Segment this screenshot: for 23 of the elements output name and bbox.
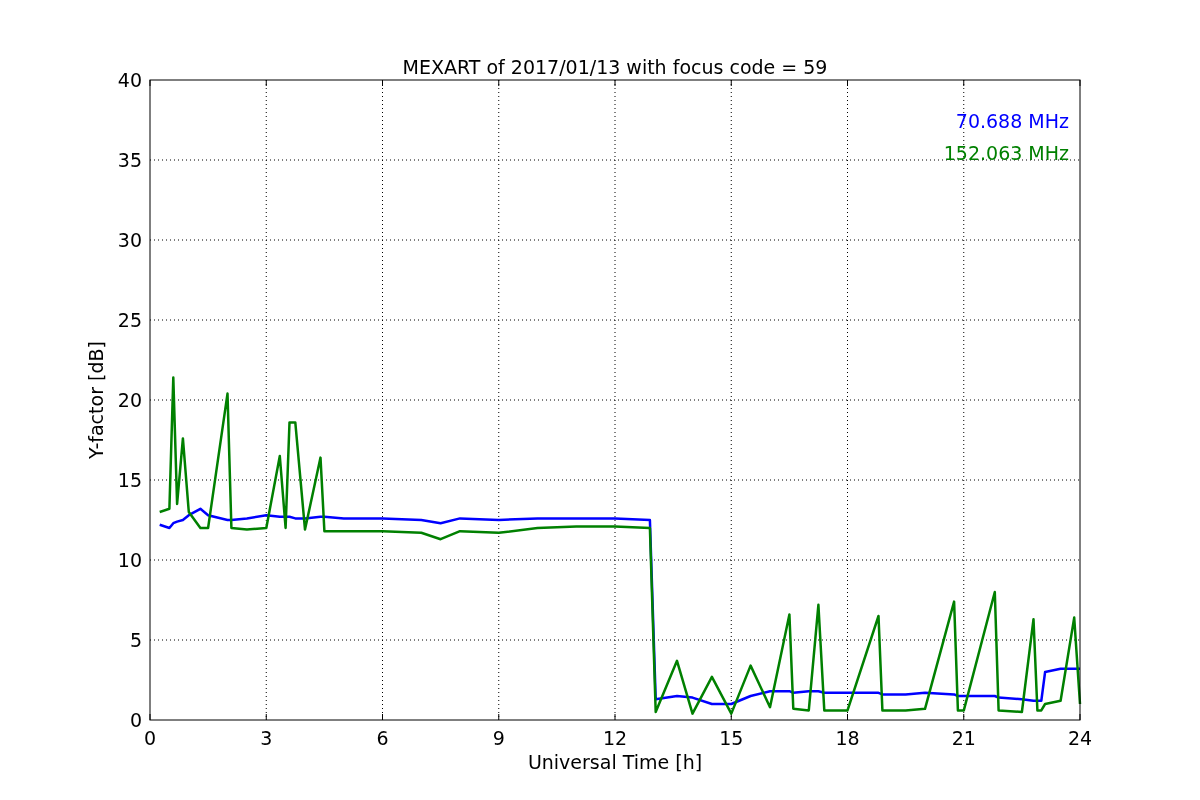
x-tick-label: 6: [376, 727, 389, 749]
y-tick-label: 5: [129, 629, 142, 651]
legend-label: 70.688 MHz: [955, 110, 1069, 132]
x-axis-label: Universal Time [h]: [527, 751, 703, 773]
y-tick-label: 15: [117, 469, 142, 491]
y-tick-label: 30: [117, 229, 142, 251]
x-tick-label: 15: [719, 727, 744, 749]
y-tick-label: 20: [117, 389, 142, 411]
x-tick-label: 12: [602, 727, 628, 749]
x-tick-label: 0: [143, 727, 157, 749]
y-tick-label: 35: [117, 149, 142, 171]
x-tick-label: 24: [1067, 727, 1093, 749]
y-tick-label: 0: [129, 709, 142, 731]
x-tick-label: 18: [835, 727, 860, 749]
x-tick-label: 3: [260, 727, 273, 749]
legend-label: 152.063 MHz: [943, 142, 1069, 164]
y-tick-label: 40: [117, 69, 142, 91]
x-tick-label: 9: [492, 727, 505, 749]
y-tick-label: 10: [117, 549, 142, 571]
chart-title: MEXART of 2017/01/13 with focus code = 59: [402, 56, 828, 78]
y-axis-label: Y-factor [dB]: [85, 341, 107, 459]
x-tick-label: 21: [951, 727, 976, 749]
y-tick-label: 25: [117, 309, 142, 331]
